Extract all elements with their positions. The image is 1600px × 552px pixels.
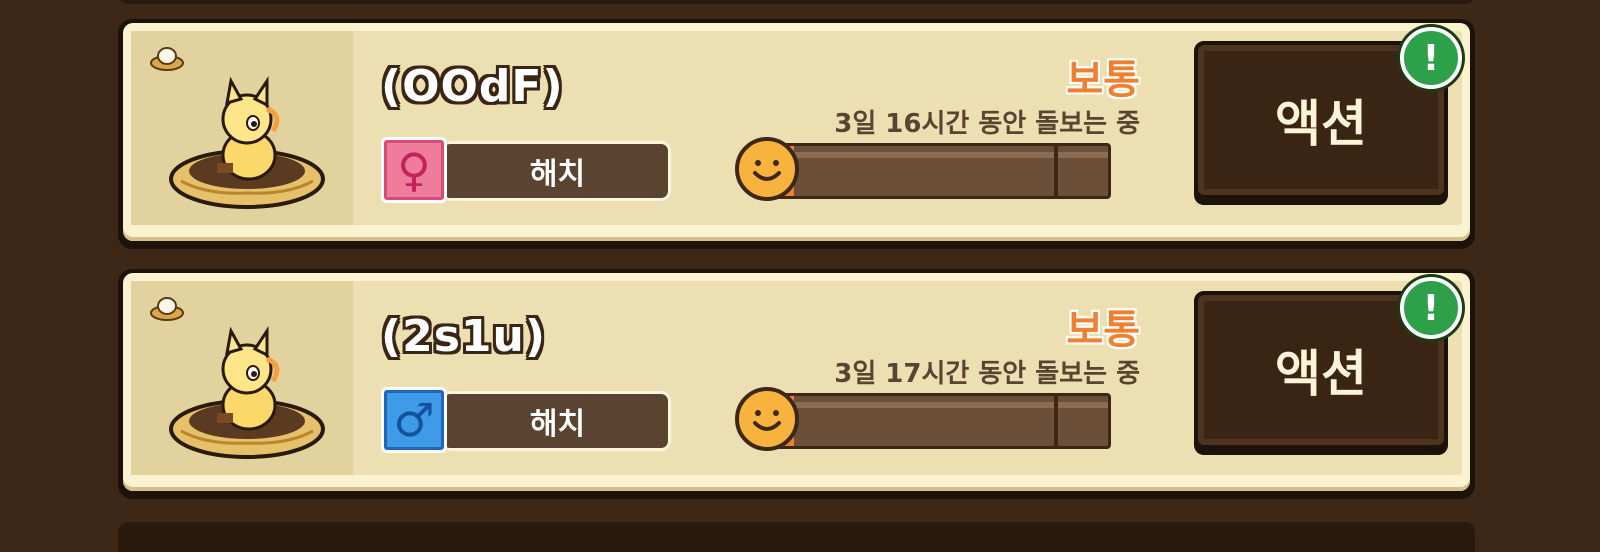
creature-in-nest-image <box>169 326 325 459</box>
care-progress-bar <box>771 143 1111 199</box>
creature-portrait[interactable] <box>131 31 353 225</box>
creature-portrait[interactable] <box>131 281 353 475</box>
creature-in-nest-image <box>169 76 325 209</box>
previous-card-edge <box>118 0 1475 4</box>
care-progress-bar <box>771 393 1111 449</box>
creature-name: (OOdF) <box>381 61 564 112</box>
smiley-face-icon <box>735 137 799 201</box>
growth-stage-label: 해치 <box>447 391 671 451</box>
creature-name: (2s1u) <box>381 311 546 362</box>
alert-badge-icon: ! <box>1400 27 1462 89</box>
mood-label: 보통 <box>1066 307 1140 353</box>
male-icon: ♂ <box>381 387 447 453</box>
care-duration-text: 3일 17시간 동안 돌보는 중 <box>834 359 1140 389</box>
next-card-edge <box>118 522 1475 552</box>
female-icon: ♀ <box>381 137 447 203</box>
egg-nest-icon <box>150 47 184 71</box>
creature-card: (OOdF) ♀ 해치 보통 3일 16시간 동안 돌보는 중 액션 ! <box>118 19 1475 249</box>
smiley-face-icon <box>735 387 799 451</box>
mood-label: 보통 <box>1066 57 1140 103</box>
growth-stage-label: 해치 <box>447 141 671 201</box>
creature-card: (2s1u) ♂ 해치 보통 3일 17시간 동안 돌보는 중 액션 ! <box>118 269 1475 499</box>
egg-nest-icon <box>150 297 184 321</box>
care-duration-text: 3일 16시간 동안 돌보는 중 <box>834 109 1140 139</box>
alert-badge-icon: ! <box>1400 277 1462 339</box>
